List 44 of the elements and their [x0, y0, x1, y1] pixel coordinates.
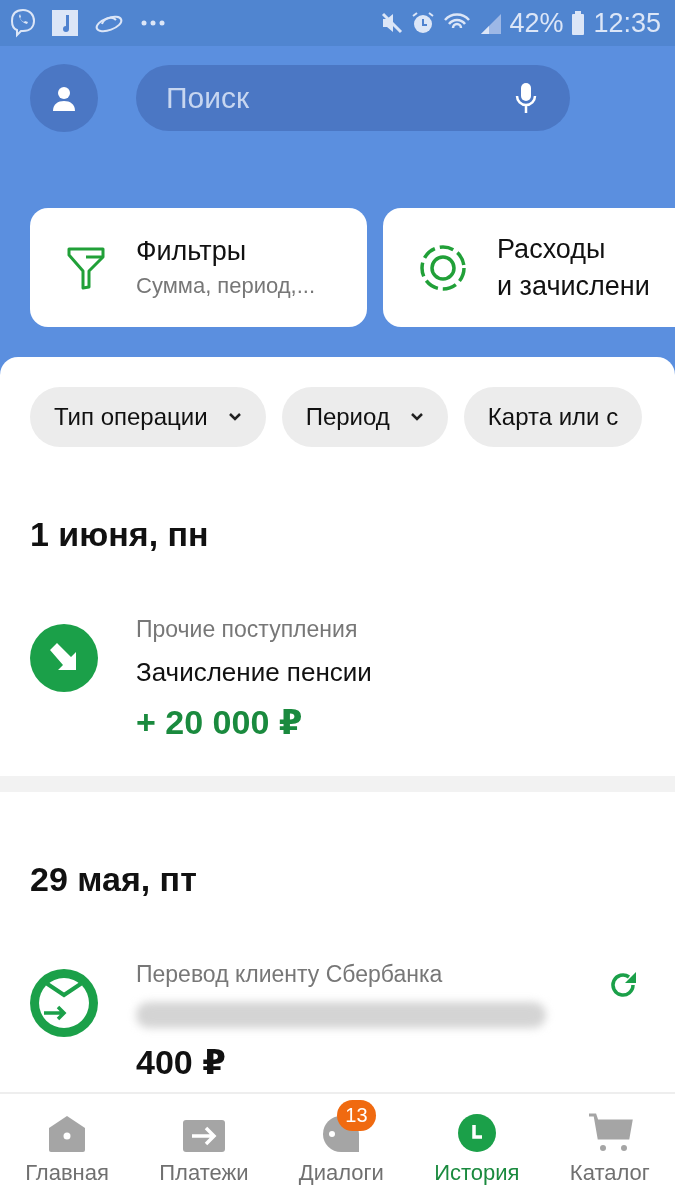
card-subtitle: Сумма, период,... [136, 273, 316, 299]
filter-chip[interactable]: Период [281, 387, 448, 447]
quick-card[interactable]: Фильтры Сумма, период,... [30, 208, 367, 327]
chevron-down-icon [409, 412, 424, 422]
signal-icon [479, 12, 502, 34]
nav-tab[interactable]: Платежи [155, 1094, 253, 1200]
music-app-icon [52, 10, 78, 36]
more-icon [140, 19, 166, 27]
operation-amount: 400 ₽ [136, 1042, 227, 1082]
nav-tab[interactable]: Каталог [565, 1094, 654, 1200]
card-subtitle: и зачислени [497, 270, 650, 302]
chevron-down-icon [227, 412, 242, 422]
nav-tab[interactable]: Главная [21, 1094, 113, 1200]
arrow-card-icon [182, 1120, 225, 1152]
transfer-icon [30, 969, 98, 1037]
filter-icon [66, 245, 106, 290]
ring-chart-icon [419, 243, 467, 292]
clock: 12:35 [593, 7, 661, 39]
operation-category: Прочие поступления [136, 616, 359, 643]
alarm-icon [411, 11, 436, 35]
date-heading: 1 июня, пн [30, 514, 210, 555]
nav-tab[interactable]: История [430, 1094, 524, 1200]
clock-icon [457, 1114, 496, 1152]
nav-tab[interactable]: 13 Диалоги [294, 1094, 388, 1200]
home-icon [47, 1114, 88, 1152]
filter-chip[interactable]: Карта или с [463, 387, 643, 447]
operation-amount: + 20 000 ₽ [136, 702, 304, 742]
card-title: Расходы [497, 233, 607, 265]
phone-app-icon [10, 8, 36, 38]
microphone-icon [514, 82, 538, 114]
operation-category: Перевод клиенту Сбербанка [136, 961, 444, 988]
filter-chip[interactable]: Тип операции [30, 387, 266, 447]
operation-name: Зачисление пенсии [136, 657, 372, 688]
arrow-down-right-icon [30, 624, 98, 692]
date-heading: 29 мая, пт [30, 859, 198, 900]
unread-badge: 13 [337, 1100, 376, 1131]
mute-icon [381, 12, 404, 34]
search-field[interactable]: Поиск [136, 65, 570, 131]
battery-percent: 42% [509, 7, 564, 39]
cart-icon [586, 1112, 633, 1152]
quick-card[interactable]: Расходы и зачислени [383, 208, 675, 327]
person-icon [50, 84, 78, 112]
card-title: Фильтры [136, 236, 248, 267]
battery-icon [571, 11, 586, 35]
